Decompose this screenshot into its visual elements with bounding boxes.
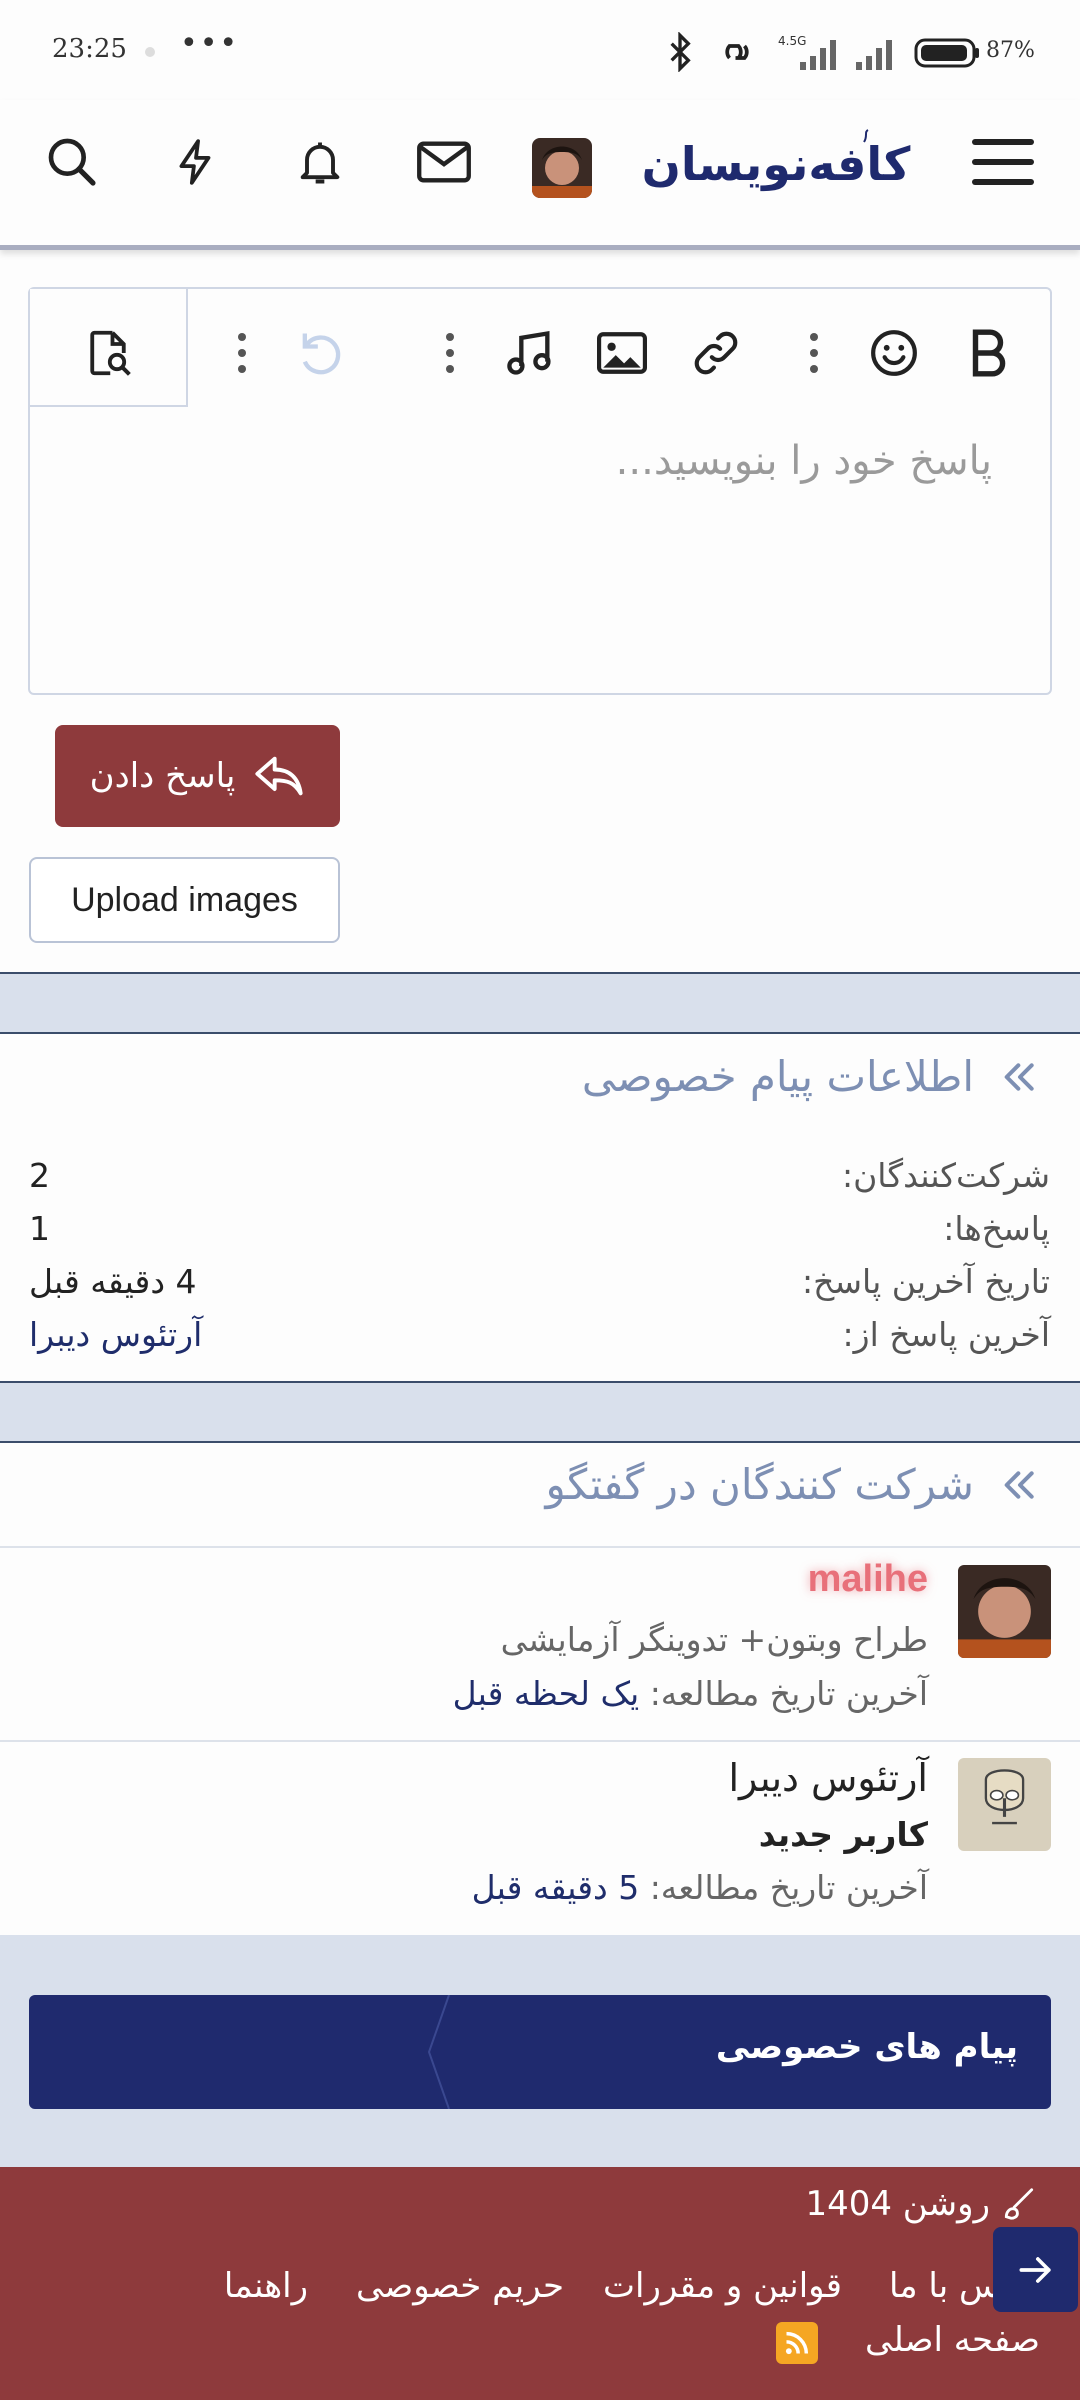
preview-icon	[90, 330, 131, 376]
footer-link-help[interactable]: راهنما	[224, 2266, 308, 2306]
toolbar-more-2[interactable]	[430, 318, 470, 388]
status-dot	[145, 47, 155, 57]
reply-button-label: پاسخ دادن	[89, 756, 236, 796]
inbox-button[interactable]	[412, 130, 476, 194]
info-label-participants: شرکت‌کنندگان:	[841, 1156, 1050, 1195]
last-seen-label: آخرین تاریخ مطالعه:	[649, 1674, 928, 1713]
signal-icon	[800, 40, 836, 70]
preview-button[interactable]	[72, 318, 144, 388]
divider	[0, 1740, 1080, 1742]
info-label-last-reply-date: تاریخ آخرین پاسخ:	[801, 1262, 1050, 1301]
more-icon	[238, 333, 246, 373]
emoji-button[interactable]	[862, 318, 926, 388]
bolt-icon	[179, 139, 211, 185]
info-label-last-reply-from: آخرین پاسخ از:	[842, 1315, 1050, 1354]
undo-button[interactable]	[288, 318, 352, 388]
toolbar-more-1[interactable]	[222, 318, 262, 388]
reply-button[interactable]: پاسخ دادن	[55, 725, 340, 827]
whats-new-button[interactable]	[164, 130, 228, 194]
double-chevron-icon	[1004, 1062, 1034, 1091]
theme-switcher[interactable]: روشن 1404	[805, 2184, 1038, 2224]
participants-title: شرکت کنندگان در گفتگو	[546, 1460, 1040, 1509]
participant-avatar[interactable]	[958, 1758, 1051, 1851]
reply-icon	[255, 756, 304, 796]
participant-last-seen: آخرین تاریخ مطالعه: یک لحظه قبل	[453, 1674, 928, 1713]
footer-link-home[interactable]: صفحه اصلی	[865, 2320, 1040, 2360]
last-seen-label: آخرین تاریخ مطالعه:	[649, 1868, 928, 1907]
site-logo[interactable]: کافه‌نویسان	[636, 128, 916, 198]
brush-icon	[1004, 2188, 1034, 2220]
participant-name[interactable]: آرتئوس دیبرا	[728, 1756, 928, 1800]
breadcrumb-private-messages[interactable]: پیام های خصوصی	[716, 2027, 1018, 2067]
link-status-icon	[725, 44, 749, 60]
theme-label: روشن 1404	[805, 2184, 990, 2224]
notifications-button[interactable]	[288, 130, 352, 194]
menu-icon	[972, 139, 1034, 185]
more-icon	[446, 333, 454, 373]
music-icon	[507, 330, 551, 375]
participant-role: کاربر جدید	[758, 1815, 928, 1854]
image-icon	[597, 332, 647, 374]
svg-text:کافه‌نویسان: کافه‌نویسان	[642, 137, 911, 191]
editor-placeholder: پاسخ خود را بنویسید...	[615, 438, 992, 484]
mail-icon	[417, 141, 471, 183]
participant-last-seen: آخرین تاریخ مطالعه: 5 دقیقه قبل	[472, 1868, 928, 1907]
avatar-image	[532, 138, 592, 198]
last-seen-value: 5 دقیقه قبل	[471, 1868, 640, 1907]
info-value-replies: 1	[29, 1209, 50, 1248]
divider	[0, 1546, 1080, 1548]
status-bar: 23:25 ••• 4.5G 87%	[0, 0, 1080, 100]
section-separator	[0, 972, 1080, 1034]
user-avatar[interactable]	[532, 138, 592, 198]
footer-link-terms[interactable]: قوانین و مقررات	[603, 2266, 842, 2306]
scroll-button[interactable]	[993, 2227, 1078, 2312]
status-time: 23:25	[52, 34, 127, 64]
pm-info-title: اطلاعات پیام خصوصی	[582, 1052, 1040, 1101]
insert-media-button[interactable]	[498, 318, 562, 388]
battery-percent: 87%	[986, 38, 1035, 63]
participant-role: طراح وبتون+ تدوینگر آزمایشی	[500, 1620, 928, 1659]
logo-icon: کافه‌نویسان	[642, 129, 911, 191]
arrow-right-icon	[1019, 2256, 1051, 2283]
link-icon	[694, 331, 738, 375]
section-separator	[0, 1381, 1080, 1443]
footer-link-privacy[interactable]: حریم خصوصی	[356, 2266, 564, 2306]
avatar-image	[958, 1758, 1051, 1851]
upload-images-button[interactable]: Upload images	[29, 857, 340, 943]
participant-name[interactable]: malihe	[808, 1558, 928, 1601]
avatar-image	[958, 1565, 1051, 1658]
bold-button[interactable]	[956, 318, 1020, 388]
signal-2-icon	[856, 40, 892, 70]
info-value-last-reply-from[interactable]: آرتئوس دیبرا	[29, 1315, 202, 1354]
battery-icon	[914, 38, 979, 68]
emoji-icon	[871, 330, 917, 376]
info-value-last-reply-date: 4 دقیقه قبل	[29, 1262, 197, 1301]
bold-icon	[972, 329, 1006, 377]
undo-icon	[302, 333, 341, 375]
double-chevron-icon	[1004, 1470, 1034, 1499]
insert-link-button[interactable]	[684, 318, 748, 388]
toolbar-more-3[interactable]	[794, 318, 834, 388]
insert-image-button[interactable]	[590, 318, 654, 388]
bell-icon	[300, 142, 340, 184]
info-value-participants: 2	[29, 1156, 50, 1195]
search-button[interactable]	[40, 130, 104, 194]
participant-avatar[interactable]	[958, 1565, 1051, 1658]
last-seen-value: یک لحظه قبل	[452, 1674, 640, 1713]
rss-icon	[785, 2331, 809, 2355]
more-icon	[810, 333, 818, 373]
bluetooth-icon	[670, 32, 691, 72]
pm-info-title-text: اطلاعات پیام خصوصی	[581, 1052, 974, 1101]
search-icon	[48, 138, 96, 186]
menu-button[interactable]	[968, 130, 1038, 194]
info-label-replies: پاسخ‌ها:	[943, 1209, 1050, 1248]
participants-title-text: شرکت کنندگان در گفتگو	[545, 1460, 974, 1509]
rss-button[interactable]	[776, 2322, 818, 2364]
status-dots: •••	[180, 26, 240, 61]
